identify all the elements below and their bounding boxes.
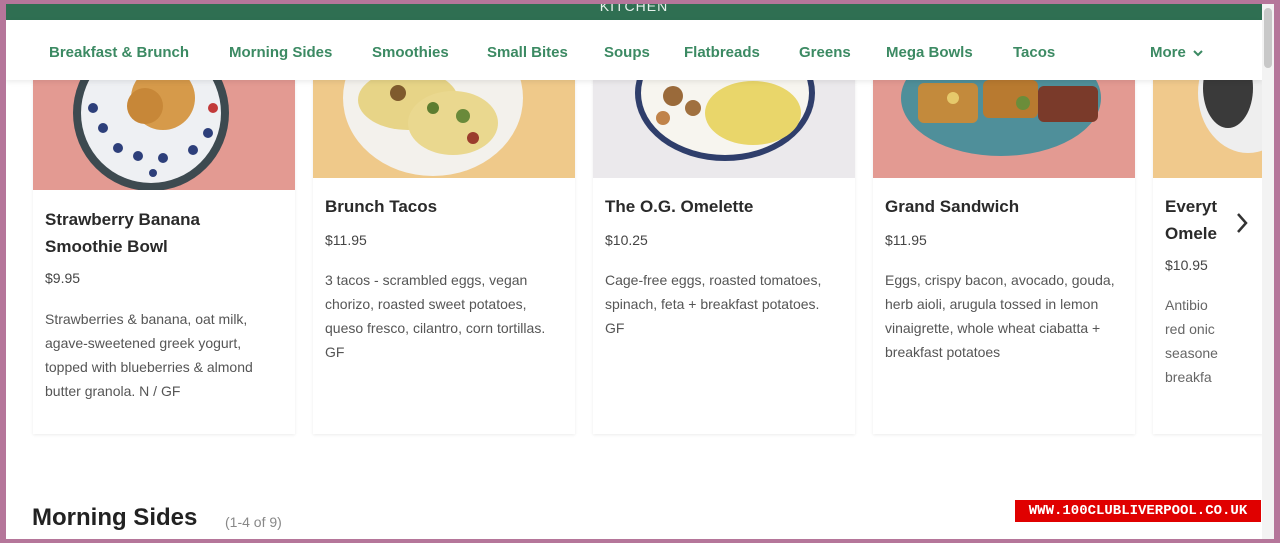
scrollbar-thumb[interactable] [1264, 8, 1272, 68]
menu-item-image [593, 78, 855, 178]
menu-item-image [33, 78, 295, 190]
brand-header: KITCHEN [6, 4, 1262, 20]
menu-card[interactable]: Strawberry Banana Smoothie Bowl $9.95 St… [33, 78, 295, 434]
nav-more-label: More [1150, 44, 1186, 61]
menu-item-name: Everyt Omele [1165, 197, 1217, 243]
menu-item-description: 3 tacos - scrambled eggs, vegan chorizo,… [325, 272, 546, 360]
menu-item-description: Antibio red onic seasone breakfa [1165, 297, 1218, 385]
carousel-next-button[interactable] [1231, 208, 1253, 238]
menu-card[interactable]: The O.G. Omelette $10.25 Cage-free eggs,… [593, 78, 855, 434]
nav-item-soups[interactable]: Soups [604, 44, 650, 61]
menu-card[interactable]: Brunch Tacos $11.95 3 tacos - scrambled … [313, 78, 575, 434]
nav-more-button[interactable]: More [1150, 44, 1204, 61]
menu-item-description: Cage-free eggs, roasted tomatoes, spinac… [605, 272, 822, 336]
menu-card[interactable]: Grand Sandwich $11.95 Eggs, crispy bacon… [873, 78, 1135, 434]
brand-title: KITCHEN [599, 4, 669, 14]
menu-item-price: $11.95 [885, 232, 927, 248]
menu-item-name: Grand Sandwich [885, 197, 1020, 216]
menu-item-description: Strawberries & banana, oat milk, agave-s… [45, 311, 253, 399]
menu-item-name: The O.G. Omelette [605, 197, 754, 216]
menu-item-image [1153, 78, 1263, 178]
page-scrollbar[interactable] [1262, 4, 1274, 539]
section-title: Morning Sides [32, 504, 198, 531]
menu-item-price: $9.95 [45, 270, 81, 286]
watermark: WWW.100CLUBLIVERPOOL.CO.UK [1015, 500, 1261, 522]
nav-item-breakfast-brunch[interactable]: Breakfast & Brunch [49, 44, 189, 61]
chevron-down-icon [1193, 49, 1203, 56]
menu-item-name: Strawberry Banana Smoothie Bowl [45, 210, 200, 256]
nav-item-mega-bowls[interactable]: Mega Bowls [886, 44, 973, 61]
menu-card[interactable]: Everyt Omele $10.95 Antibio red onic sea… [1153, 78, 1263, 434]
category-nav: Breakfast & Brunch Morning Sides Smoothi… [6, 20, 1262, 80]
nav-item-morning-sides[interactable]: Morning Sides [229, 44, 332, 61]
chevron-right-icon [1237, 213, 1248, 233]
menu-item-price: $10.95 [1165, 257, 1208, 273]
menu-item-price: $11.95 [325, 232, 367, 248]
nav-item-smoothies[interactable]: Smoothies [372, 44, 449, 61]
menu-item-image [873, 78, 1135, 178]
menu-item-description: Eggs, crispy bacon, avocado, gouda, herb… [885, 272, 1115, 360]
menu-item-price: $10.25 [605, 232, 648, 248]
menu-item-name: Brunch Tacos [325, 197, 438, 216]
section-count: (1-4 of 9) [225, 514, 282, 530]
nav-item-flatbreads[interactable]: Flatbreads [684, 44, 760, 61]
menu-item-image [313, 78, 575, 178]
nav-item-small-bites[interactable]: Small Bites [487, 44, 568, 61]
page-frame: KITCHEN Breakfast & Brunch Morning Sides… [6, 4, 1274, 539]
nav-item-tacos[interactable]: Tacos [1013, 44, 1055, 61]
nav-item-greens[interactable]: Greens [799, 44, 851, 61]
